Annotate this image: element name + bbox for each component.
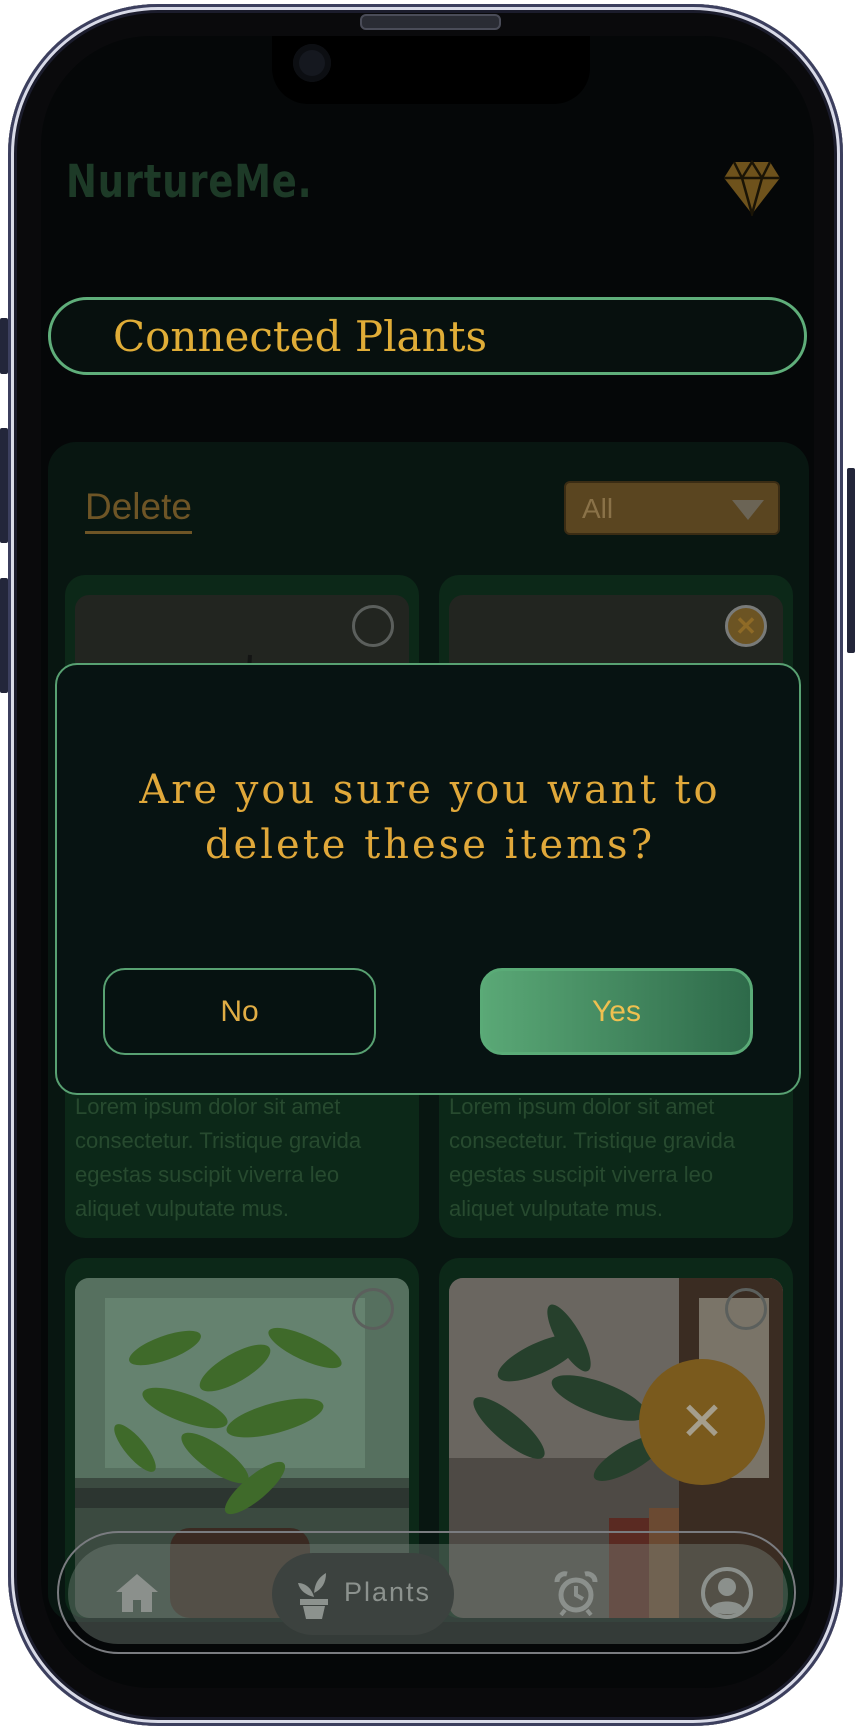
close-fab-button[interactable]: ✕ [639, 1359, 765, 1485]
select-radio[interactable] [352, 605, 394, 647]
card-description: Lorem ipsum dolor sit amet consectetur. … [75, 1094, 362, 1221]
card-description: Lorem ipsum dolor sit amet consectetur. … [449, 1094, 736, 1221]
volume-up-button [0, 428, 8, 543]
select-radio[interactable] [725, 1288, 767, 1330]
close-icon: ✕ [735, 611, 757, 641]
yes-button[interactable]: Yes [480, 968, 753, 1055]
diamond-icon[interactable] [722, 160, 782, 216]
volume-down-button [0, 578, 8, 693]
potted-plant-icon [298, 1573, 328, 1619]
chevron-down-icon [732, 500, 764, 520]
close-icon: ✕ [679, 1392, 725, 1452]
alarm-clock-icon[interactable] [553, 1570, 599, 1616]
select-radio[interactable] [352, 1288, 394, 1330]
select-radio-checked[interactable]: ✕ [725, 605, 767, 647]
home-icon[interactable] [114, 1570, 160, 1616]
page-title-pill: Connected Plants [48, 297, 807, 375]
user-circle-icon[interactable] [700, 1566, 754, 1620]
filter-value: All [582, 493, 614, 524]
speaker [360, 14, 501, 30]
delete-link[interactable]: Delete [85, 485, 192, 534]
page-title: Connected Plants [113, 312, 488, 361]
mute-switch [0, 318, 8, 374]
nav-item-plants[interactable]: Plants [272, 1553, 454, 1635]
app-logo: NurtureMe. [66, 155, 313, 208]
nav-plants-label: Plants [344, 1577, 432, 1607]
filter-dropdown[interactable]: All [564, 481, 780, 535]
no-button[interactable]: No [103, 968, 376, 1055]
dialog-question: Are you sure you want to delete these it… [139, 767, 721, 868]
power-button [847, 468, 855, 653]
front-camera [293, 44, 331, 82]
